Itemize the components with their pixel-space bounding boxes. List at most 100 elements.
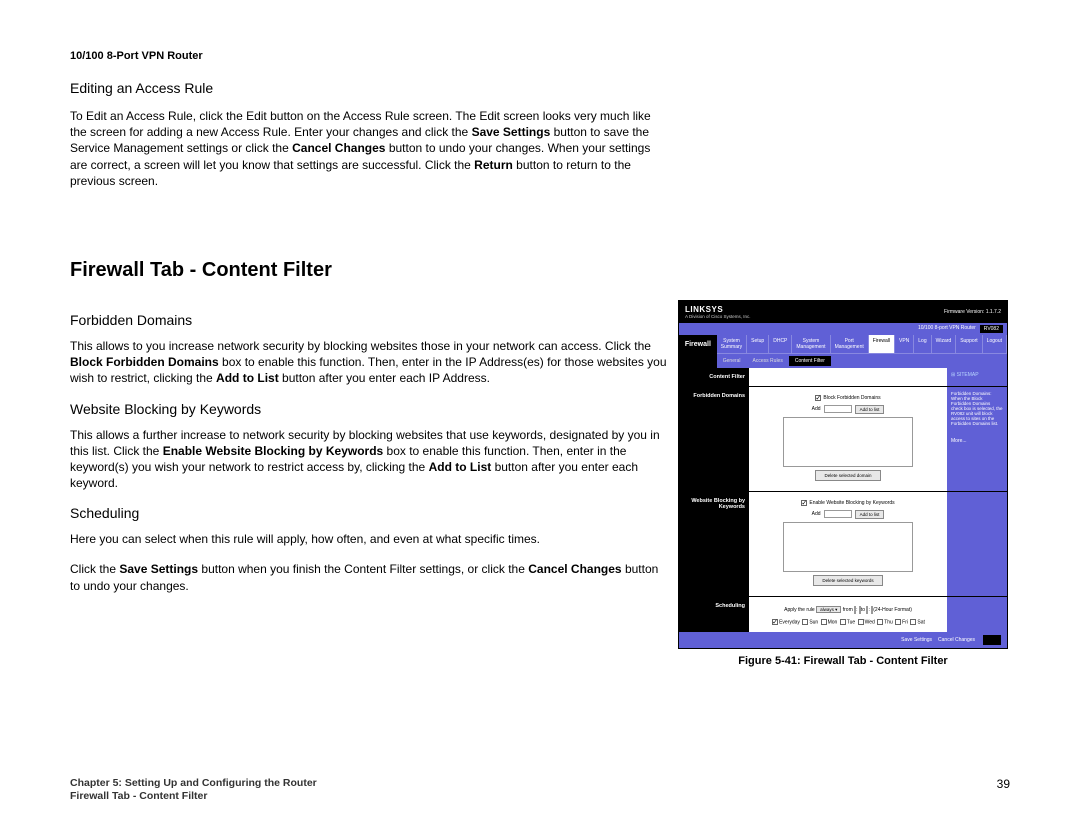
subtab-general[interactable]: General <box>717 356 747 366</box>
day-label: Sun <box>809 619 818 625</box>
ui-screenshot: LINKSYS A Division of Cisco Systems, Inc… <box>678 300 1008 649</box>
apply-rule-label: Apply the rule <box>784 607 815 613</box>
save-settings-btn[interactable]: Save Settings <box>901 637 932 643</box>
keywords-paragraph: This allows a further increase to networ… <box>70 427 670 492</box>
subtab-content-filter[interactable]: Content Filter <box>789 356 831 366</box>
forbidden-domains-heading: Forbidden Domains <box>70 312 670 328</box>
day-tue[interactable] <box>840 619 846 625</box>
cancel-changes-btn[interactable]: Cancel Changes <box>938 637 975 643</box>
nav-logout[interactable]: Logout <box>983 335 1007 353</box>
right-column: LINKSYS A Division of Cisco Systems, Inc… <box>678 300 1008 667</box>
day-mon[interactable] <box>821 619 827 625</box>
day-thu[interactable] <box>877 619 883 625</box>
forbidden-input[interactable] <box>824 405 852 413</box>
sitemap-link[interactable]: ⊞ SITEMAP <box>951 372 979 378</box>
day-label: Fri <box>902 619 908 625</box>
block-forbidden-checkbox[interactable] <box>815 395 821 401</box>
fw-version: Firmware Version: 1.1.7.2 <box>944 309 1001 315</box>
day-sat[interactable] <box>910 619 916 625</box>
scheduling-p1: Here you can select when this rule will … <box>70 531 670 547</box>
enable-keywords-checkbox[interactable] <box>801 500 807 506</box>
text: Click the <box>70 562 119 576</box>
keywords-input[interactable] <box>824 510 852 518</box>
block-forbidden-label: Block Forbidden Domains <box>823 395 880 401</box>
product-header: 10/100 8-Port VPN Router <box>70 50 1010 62</box>
day-label: Thu <box>884 619 893 625</box>
model-title: 10/100 8-port VPN Router <box>918 325 976 333</box>
save-settings-ref: Save Settings <box>119 562 198 576</box>
text: This allows to you increase network secu… <box>70 339 651 353</box>
day-fri[interactable] <box>895 619 901 625</box>
brand-sub: A Division of Cisco Systems, Inc. <box>685 314 751 319</box>
scheduling-heading: Scheduling <box>70 505 670 521</box>
forbidden-paragraph: This allows to you increase network secu… <box>70 338 670 387</box>
nav-system-mgmt[interactable]: System Management <box>792 335 830 353</box>
help-text: Forbidden Domains: When the Block Forbid… <box>951 391 1003 426</box>
delete-keywords-btn[interactable]: Delete selected keywords <box>813 575 882 586</box>
help-more-link[interactable]: More... <box>951 438 1003 444</box>
page-footer: Chapter 5: Setting Up and Configuring th… <box>70 777 1010 804</box>
to-label: to <box>861 607 865 613</box>
add-to-list-btn[interactable]: Add to list <box>855 510 885 519</box>
add-label: Add <box>812 406 821 412</box>
side-keywords: Website Blocking by Keywords <box>679 492 749 596</box>
day-label: Sat <box>917 619 925 625</box>
editing-paragraph: To Edit an Access Rule, click the Edit b… <box>70 108 670 189</box>
nav-log[interactable]: Log <box>914 335 931 353</box>
everyday-label: Everyday <box>779 619 800 625</box>
nav-wizard[interactable]: Wizard <box>932 335 957 353</box>
nav-title: Firewall <box>679 335 717 368</box>
enable-keywords-ref: Enable Website Blocking by Keywords <box>163 444 384 458</box>
save-settings-ref: Save Settings <box>472 125 551 139</box>
subtab-access-rules[interactable]: Access Rules <box>747 356 789 366</box>
to-hr[interactable] <box>866 606 868 614</box>
left-column: Forbidden Domains This allows to you inc… <box>70 300 670 608</box>
keywords-heading: Website Blocking by Keywords <box>70 401 670 417</box>
nav-setup[interactable]: Setup <box>747 335 769 353</box>
nav-system-summary[interactable]: System Summary <box>717 335 747 353</box>
day-wed[interactable] <box>858 619 864 625</box>
side-scheduling: Scheduling <box>679 597 749 632</box>
cisco-logo <box>983 635 1001 645</box>
day-label: Mon <box>828 619 838 625</box>
firewall-content-filter-heading: Firewall Tab - Content Filter <box>70 259 1010 282</box>
model-code: RV082 <box>980 325 1003 333</box>
nav-support[interactable]: Support <box>956 335 983 353</box>
figure-caption: Figure 5-41: Firewall Tab - Content Filt… <box>678 655 1008 667</box>
from-label: from <box>843 607 853 613</box>
delete-domain-btn[interactable]: Delete selected domain <box>815 470 880 481</box>
from-hr[interactable] <box>854 606 856 614</box>
ss-nav: Firewall System Summary Setup DHCP Syste… <box>679 335 1007 368</box>
brand-logo: LINKSYS <box>685 305 751 314</box>
day-label: Wed <box>865 619 875 625</box>
apply-rule-select[interactable]: always ▾ <box>816 606 841 613</box>
add-to-list-btn[interactable]: Add to list <box>855 405 885 414</box>
keywords-listbox[interactable] <box>783 522 913 572</box>
scheduling-p2: Click the Save Settings button when you … <box>70 561 670 593</box>
day-sun[interactable] <box>802 619 808 625</box>
cancel-changes-ref: Cancel Changes <box>292 141 385 155</box>
footer-subtitle: Firewall Tab - Content Filter <box>70 790 317 804</box>
forbidden-listbox[interactable] <box>783 417 913 467</box>
add-label: Add <box>812 511 821 517</box>
editing-heading: Editing an Access Rule <box>70 80 1010 96</box>
cancel-changes-ref: Cancel Changes <box>528 562 621 576</box>
day-label: Tue <box>847 619 855 625</box>
text: button after you enter each IP Address. <box>279 371 490 385</box>
ss-topbar: LINKSYS A Division of Cisco Systems, Inc… <box>679 301 1007 323</box>
nav-dhcp[interactable]: DHCP <box>769 335 792 353</box>
side-forbidden: Forbidden Domains <box>679 387 749 491</box>
nav-firewall[interactable]: Firewall <box>869 335 895 353</box>
nav-vpn[interactable]: VPN <box>895 335 914 353</box>
enable-keywords-label: Enable Website Blocking by Keywords <box>809 500 894 506</box>
block-forbidden-ref: Block Forbidden Domains <box>70 355 219 369</box>
add-to-list-ref: Add to List <box>429 460 492 474</box>
side-content-filter: Content Filter <box>679 368 749 386</box>
text: button when you finish the Content Filte… <box>198 562 528 576</box>
page-number: 39 <box>997 777 1010 804</box>
return-ref: Return <box>474 158 513 172</box>
add-to-list-ref: Add to List <box>216 371 279 385</box>
footer-chapter: Chapter 5: Setting Up and Configuring th… <box>70 777 317 791</box>
everyday-checkbox[interactable] <box>772 619 778 625</box>
nav-port-mgmt[interactable]: Port Management <box>831 335 869 353</box>
